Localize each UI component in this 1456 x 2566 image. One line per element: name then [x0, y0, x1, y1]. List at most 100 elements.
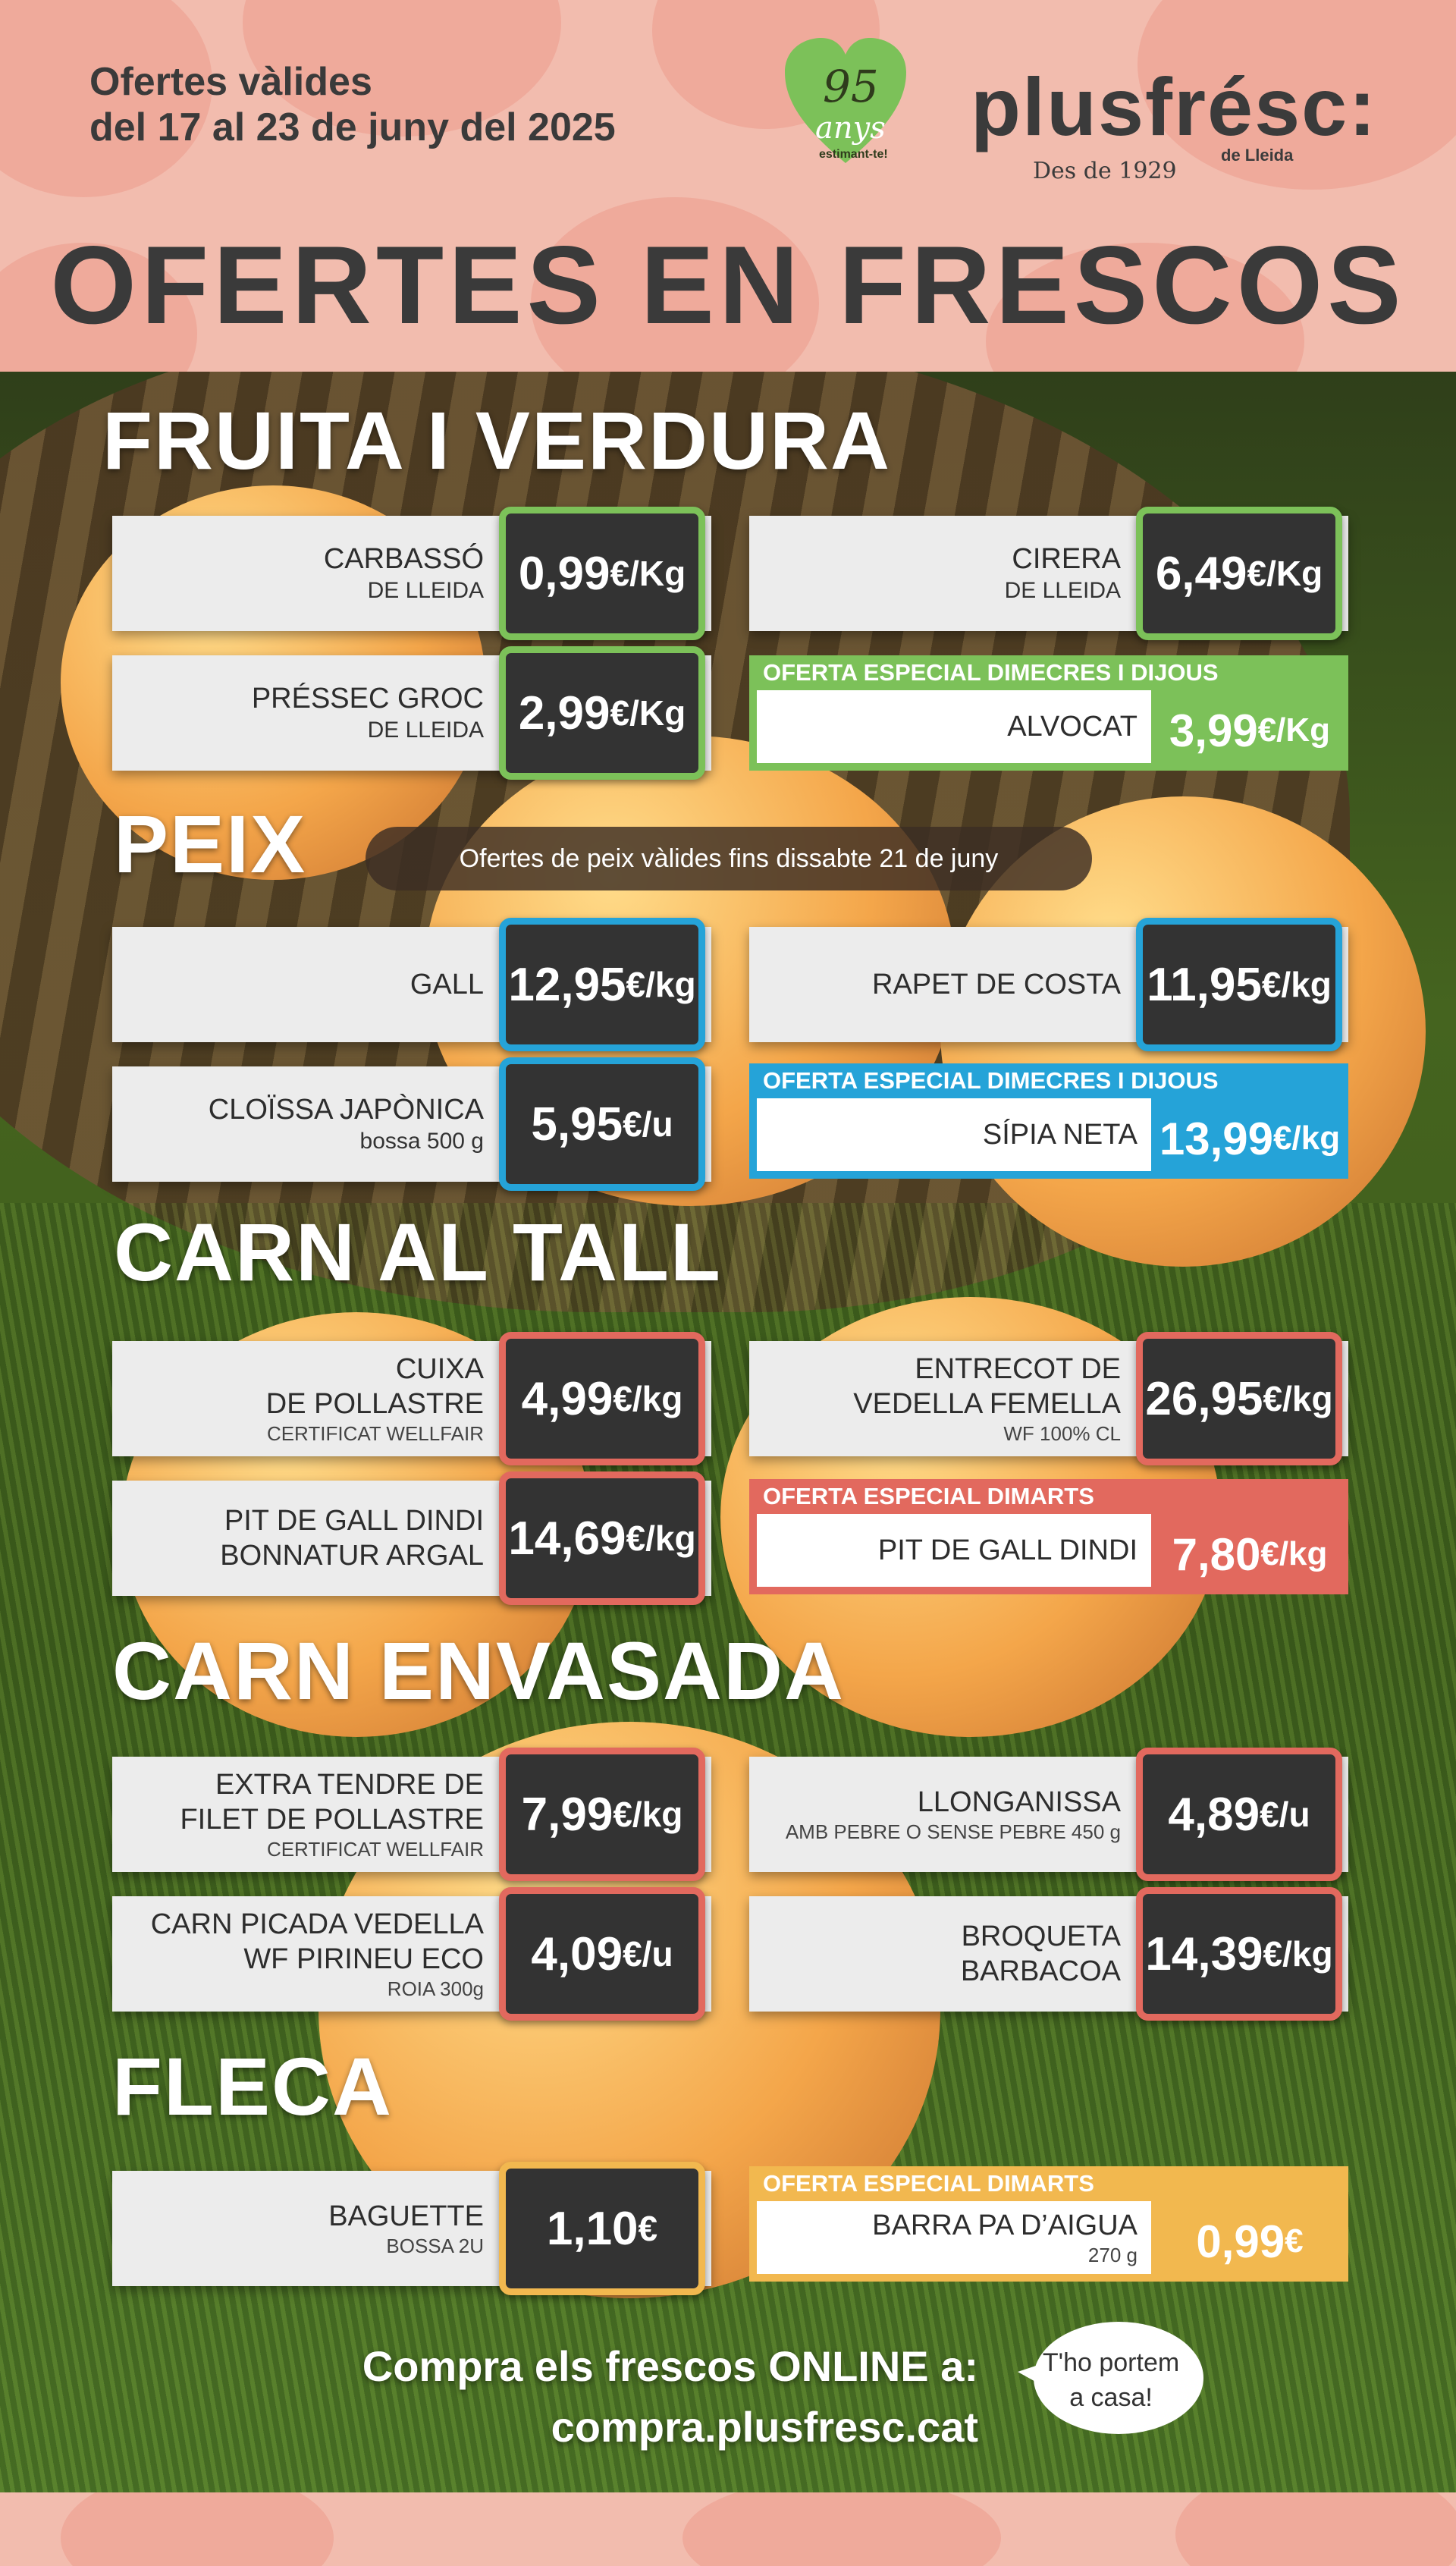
- badge-word: anys: [815, 111, 886, 146]
- product-detail: BOSSA 2U: [386, 2235, 484, 2257]
- cta-url-link[interactable]: compra.plusfresc.cat: [0, 2397, 978, 2458]
- product-name-line-2: DE LLEIDA: [367, 718, 484, 743]
- main-title: OFERTES EN FRESCOS: [50, 223, 1406, 347]
- product-name: BROQUETA BARBACOA: [961, 1896, 1121, 2012]
- product-name-line-2: bossa 500 g: [359, 1129, 484, 1154]
- product-certification: CERTIFICAT WELLFAIR: [266, 1838, 484, 1861]
- price-value: 6,49: [1155, 547, 1247, 600]
- price-value: 7,99: [521, 1788, 613, 1841]
- special-offer-pit-gall-dindi: OFERTA ESPECIAL DIMARTS PIT DE GALL DIND…: [749, 1479, 1348, 1594]
- price-value: 13,99: [1159, 1113, 1274, 1164]
- product-certification: CERTIFICAT WELLFAIR: [266, 1422, 484, 1445]
- product-name-line-1: RAPET DE COSTA: [872, 969, 1121, 1000]
- product-name-line-2: DE POLLASTRE: [265, 1388, 484, 1420]
- special-price: 7,80 €/kg: [1151, 1514, 1348, 1594]
- validity-line-2: del 17 al 23 de juny del 2025: [89, 105, 616, 149]
- price-unit: €/Kg: [1247, 554, 1323, 593]
- brand-since: Des de 1929: [1033, 158, 1177, 184]
- product-name-line-2: DE LLEIDA: [367, 578, 484, 603]
- price-box: 1,10 €: [499, 2162, 705, 2295]
- special-offer-sipia: OFERTA ESPECIAL DIMECRES I DIJOUS SÍPIA …: [749, 1063, 1348, 1179]
- offer-card-llonganissa: LLONGANISSA AMB PEBRE O SENSE PEBRE 450 …: [749, 1748, 1348, 1881]
- product-name-line-1: LLONGANISSA: [917, 1786, 1121, 1818]
- decor-blob: [1175, 2492, 1456, 2566]
- price-unit: €: [638, 2209, 658, 2248]
- section-title-fleca: FLECA: [112, 2040, 393, 2132]
- price-value: 1,10: [546, 2202, 639, 2255]
- section-title-carn-tall: CARN AL TALL: [114, 1206, 722, 1298]
- section-title-peix: PEIX: [114, 798, 307, 890]
- decor-blob: [61, 2492, 334, 2566]
- product-name-line-1: BAGUETTE: [328, 2200, 484, 2232]
- product-name-line-2: VEDELLA FEMELLA: [853, 1388, 1121, 1420]
- price-box: 11,95 €/kg: [1136, 918, 1342, 1051]
- product-name-line-1: BROQUETA: [961, 1921, 1121, 1952]
- price-unit: €/kg: [626, 965, 696, 1004]
- offer-card-gall: GALL 12,95 €/kg: [112, 918, 711, 1051]
- special-offer-name-box: BARRA PA D’AIGUA 270 g: [757, 2201, 1151, 2274]
- product-name: CARBASSÓ DE LLEIDA: [324, 516, 484, 631]
- price-value: 14,69: [508, 1512, 626, 1565]
- special-price: 13,99 €/kg: [1151, 1098, 1348, 1179]
- product-name-line-1: EXTRA TENDRE DE: [215, 1769, 484, 1801]
- product-name: CIRERA DE LLEIDA: [1005, 516, 1121, 631]
- product-name: PIT DE GALL DINDI BONNATUR ARGAL: [220, 1481, 484, 1596]
- product-name-line-1: CARN PICADA VEDELLA: [150, 1908, 484, 1940]
- offer-card-rapet: RAPET DE COSTA 11,95 €/kg: [749, 918, 1348, 1051]
- price-box: 0,99 €/Kg: [499, 507, 705, 640]
- special-offer-body: ALVOCAT 3,99 €/Kg: [749, 690, 1348, 771]
- price-value: 3,99: [1169, 705, 1258, 756]
- product-certification: WF 100% CL: [1003, 1422, 1121, 1445]
- offer-card-pit-gall-dindi: PIT DE GALL DINDI BONNATUR ARGAL 14,69 €…: [112, 1471, 711, 1605]
- brand-city: de Lleida: [1221, 146, 1294, 165]
- offer-card-entrecot: ENTRECOT DE VEDELLA FEMELLA WF 100% CL 2…: [749, 1332, 1348, 1465]
- speech-bubble-text: T'ho portem a casa!: [1016, 2345, 1206, 2415]
- section-title-carn-envasada: CARN ENVASADA: [112, 1625, 846, 1716]
- price-unit: €/kg: [1263, 1379, 1333, 1418]
- product-name: GALL: [410, 927, 484, 1042]
- product-name: LLONGANISSA AMB PEBRE O SENSE PEBRE 450 …: [786, 1757, 1121, 1872]
- product-name: BARRA PA D’AIGUA: [872, 2210, 1138, 2241]
- product-name: ALVOCAT: [1007, 711, 1138, 743]
- offer-card-cuixa: CUIXA DE POLLASTRE CERTIFICAT WELLFAIR 4…: [112, 1332, 711, 1465]
- section-title-fruita: FRUITA I VERDURA: [102, 394, 891, 486]
- price-unit: €/u: [623, 1104, 673, 1144]
- price-value: 2,99: [518, 686, 610, 740]
- badge-number: 95: [823, 61, 879, 112]
- product-detail: 270 g: [1087, 2244, 1138, 2266]
- offer-card-baguette: BAGUETTE BOSSA 2U 1,10 €: [112, 2162, 711, 2295]
- price-value: 4,99: [521, 1372, 613, 1425]
- price-box: 26,95 €/kg: [1136, 1332, 1342, 1465]
- product-name: EXTRA TENDRE DE FILET DE POLLASTRE CERTI…: [180, 1757, 484, 1872]
- special-offer-body: BARRA PA D’AIGUA 270 g 0,99 €: [749, 2201, 1348, 2282]
- price-box: 6,49 €/Kg: [1136, 507, 1342, 640]
- product-name-line-2: DE LLEIDA: [1004, 578, 1121, 603]
- price-unit: €/kg: [626, 1519, 696, 1558]
- special-price: 3,99 €/Kg: [1151, 690, 1348, 771]
- price-unit: €/u: [623, 1934, 673, 1974]
- product-name-line-2: BARBACOA: [960, 1955, 1121, 1987]
- offer-card-pressec: PRÉSSEC GROC DE LLEIDA 2,99 €/Kg: [112, 646, 711, 780]
- special-offer-alvocat: OFERTA ESPECIAL DIMECRES I DIJOUS ALVOCA…: [749, 655, 1348, 771]
- product-detail: ROIA 300g: [387, 1977, 484, 2000]
- product-name-line-1: CUIXA: [395, 1353, 484, 1385]
- product-name: CLOÏSSA JAPÒNICA bossa 500 g: [209, 1066, 484, 1182]
- footer-band: [0, 2492, 1456, 2566]
- special-offer-name-box: ALVOCAT: [757, 690, 1151, 763]
- product-name-line-2: BONNATUR ARGAL: [220, 1540, 484, 1572]
- offer-card-cloissa: CLOÏSSA JAPÒNICA bossa 500 g 5,95 €/u: [112, 1057, 711, 1191]
- price-value: 7,80: [1172, 1528, 1261, 1580]
- header-banner: Ofertes vàlides del 17 al 23 de juny del…: [0, 0, 1456, 372]
- price-unit: €/Kg: [610, 693, 686, 733]
- decor-blob: [682, 2492, 1001, 2566]
- price-unit: €/Kg: [610, 554, 686, 593]
- price-unit: €: [1285, 2222, 1304, 2260]
- product-name: CARN PICADA VEDELLA WF PIRINEU ECO ROIA …: [151, 1896, 484, 2012]
- product-name: RAPET DE COSTA: [872, 927, 1121, 1042]
- product-name-line-1: PRÉSSEC GROC: [251, 683, 484, 715]
- product-name-line-2: WF PIRINEU ECO: [243, 1943, 484, 1975]
- price-value: 11,95: [1147, 958, 1262, 1011]
- special-offer-body: SÍPIA NETA 13,99 €/kg: [749, 1098, 1348, 1179]
- product-name: ENTRECOT DE VEDELLA FEMELLA WF 100% CL: [853, 1341, 1121, 1456]
- product-detail: AMB PEBRE O SENSE PEBRE 450 g: [785, 1820, 1121, 1843]
